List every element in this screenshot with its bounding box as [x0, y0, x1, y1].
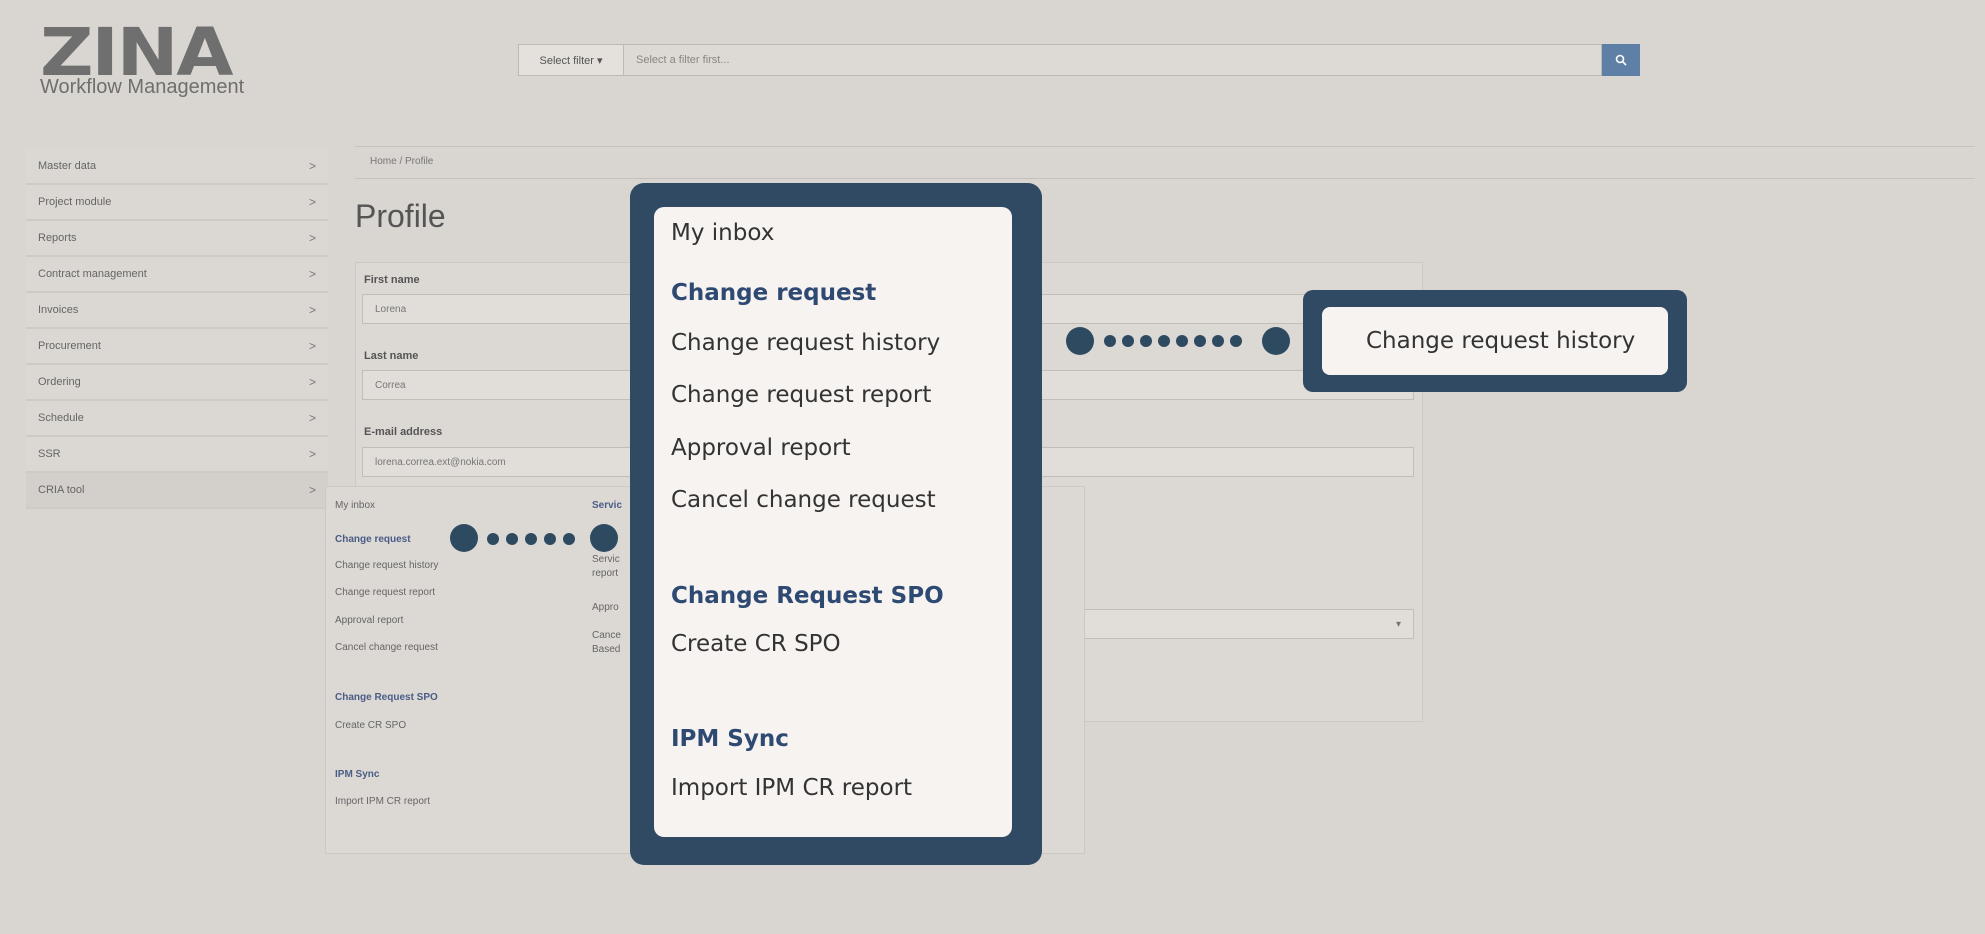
- chevron-down-icon: ▾: [1395, 618, 1401, 630]
- connector-dot: [1066, 327, 1094, 355]
- global-search-bar: Select filter ▾ Select a filter first...: [518, 44, 1640, 76]
- sidebar-item-label: SSR: [38, 448, 61, 460]
- menu-item-create-cr-spo[interactable]: Create CR SPO: [335, 720, 406, 731]
- menu-item-service[interactable]: report: [592, 568, 618, 579]
- sidebar-item-project-module[interactable]: Project module >: [26, 185, 328, 221]
- sidebar-item-contract-management[interactable]: Contract management >: [26, 257, 328, 293]
- chevron-right-icon: >: [308, 483, 316, 497]
- sidebar-item-label: Reports: [38, 232, 77, 244]
- menu-item-cancel[interactable]: Cance: [592, 630, 621, 641]
- connector-dot: [544, 533, 556, 545]
- sidebar-item-label: Procurement: [38, 340, 101, 352]
- sidebar-item-reports[interactable]: Reports >: [26, 221, 328, 257]
- connector-dot: [1176, 335, 1188, 347]
- menu-item-import-ipm[interactable]: Import IPM CR report: [335, 796, 430, 807]
- chevron-right-icon: >: [308, 411, 316, 425]
- sidebar-nav: Master data > Project module > Reports > Co…: [26, 149, 328, 509]
- menu-item-approval-report[interactable]: Approval report: [335, 615, 403, 626]
- logo-subtitle: Workflow Management: [40, 76, 245, 98]
- chevron-right-icon: >: [308, 303, 316, 317]
- last-name-label: Last name: [364, 350, 419, 362]
- magnified-item-create-cr-spo[interactable]: Create CR SPO: [671, 631, 841, 657]
- callout-cr-history[interactable]: Change request history: [1322, 307, 1668, 375]
- menu-item-based[interactable]: Based: [592, 644, 620, 655]
- menu-item-cr-report[interactable]: Change request report: [335, 587, 435, 598]
- connector-dot: [1230, 335, 1242, 347]
- sidebar-item-invoices[interactable]: Invoices >: [26, 293, 328, 329]
- chevron-right-icon: >: [308, 195, 316, 209]
- page-title: Profile: [355, 198, 446, 234]
- magnified-item-cancel-cr[interactable]: Cancel change request: [671, 487, 936, 513]
- sidebar-item-ssr[interactable]: SSR >: [26, 437, 328, 473]
- magnified-item-cr-history[interactable]: Change request history: [671, 330, 940, 356]
- divider: [355, 146, 1975, 147]
- menu-item-cr-history[interactable]: Change request history: [335, 560, 438, 571]
- sidebar-item-cria-tool[interactable]: CRIA tool >: [26, 473, 328, 509]
- magnified-item-my-inbox[interactable]: My inbox: [671, 220, 774, 246]
- email-label: E-mail address: [364, 426, 443, 438]
- connector-dot: [1212, 335, 1224, 347]
- connector-dot: [1140, 335, 1152, 347]
- callout-label: Change request history: [1366, 328, 1636, 354]
- sidebar-item-label: Contract management: [38, 268, 147, 280]
- sidebar-item-label: Ordering: [38, 376, 81, 388]
- sidebar-item-label: Project module: [38, 196, 112, 208]
- connector-dot: [1262, 327, 1290, 355]
- search-input[interactable]: Select a filter first...: [624, 44, 1602, 76]
- connector-dot: [1158, 335, 1170, 347]
- chevron-right-icon: >: [308, 339, 316, 353]
- menu-item-service[interactable]: Servic: [592, 554, 620, 565]
- chevron-right-icon: >: [308, 267, 316, 281]
- chevron-right-icon: >: [308, 231, 316, 245]
- sidebar-item-ordering[interactable]: Ordering >: [26, 365, 328, 401]
- first-name-label: First name: [364, 274, 420, 286]
- select-filter-button[interactable]: Select filter ▾: [518, 44, 624, 76]
- breadcrumb[interactable]: Home / Profile: [370, 156, 433, 167]
- magnified-item-import-ipm[interactable]: Import IPM CR report: [671, 775, 912, 801]
- connector-dot: [563, 533, 575, 545]
- sidebar-item-procurement[interactable]: Procurement >: [26, 329, 328, 365]
- magnified-item-cr-report[interactable]: Change request report: [671, 382, 931, 408]
- chevron-right-icon: >: [308, 447, 316, 461]
- sidebar-item-label: CRIA tool: [38, 484, 85, 496]
- menu-heading-cr-spo: Change Request SPO: [335, 692, 438, 703]
- connector-dot: [487, 533, 499, 545]
- connector-dot: [450, 524, 478, 552]
- magnified-heading-ipm-sync: IPM Sync: [671, 726, 789, 752]
- connector-dot: [1194, 335, 1206, 347]
- connector-dot: [590, 524, 618, 552]
- chevron-right-icon: >: [308, 375, 316, 389]
- sidebar-item-label: Invoices: [38, 304, 79, 316]
- connector-dot: [506, 533, 518, 545]
- chevron-right-icon: >: [308, 159, 316, 173]
- sidebar-item-master-data[interactable]: Master data >: [26, 149, 328, 185]
- menu-item-cancel-cr[interactable]: Cancel change request: [335, 642, 438, 653]
- connector-dot: [525, 533, 537, 545]
- divider: [355, 178, 1975, 179]
- menu-heading-change-request: Change request: [335, 534, 411, 545]
- menu-item-my-inbox[interactable]: My inbox: [335, 500, 375, 511]
- search-icon: [1615, 54, 1627, 66]
- sidebar-item-label: Schedule: [38, 412, 84, 424]
- search-button[interactable]: [1602, 44, 1640, 76]
- menu-heading-ipm-sync: IPM Sync: [335, 769, 380, 780]
- sidebar-item-schedule[interactable]: Schedule >: [26, 401, 328, 437]
- connector-dot: [1104, 335, 1116, 347]
- connector-dot: [1122, 335, 1134, 347]
- magnified-heading-cr-spo: Change Request SPO: [671, 583, 944, 609]
- sidebar-item-label: Master data: [38, 160, 97, 172]
- menu-item-approval[interactable]: Appro: [592, 602, 619, 613]
- magnified-item-approval-report[interactable]: Approval report: [671, 435, 851, 461]
- menu-heading-service: Servic: [592, 500, 623, 511]
- magnified-heading-change-request: Change request: [671, 280, 877, 306]
